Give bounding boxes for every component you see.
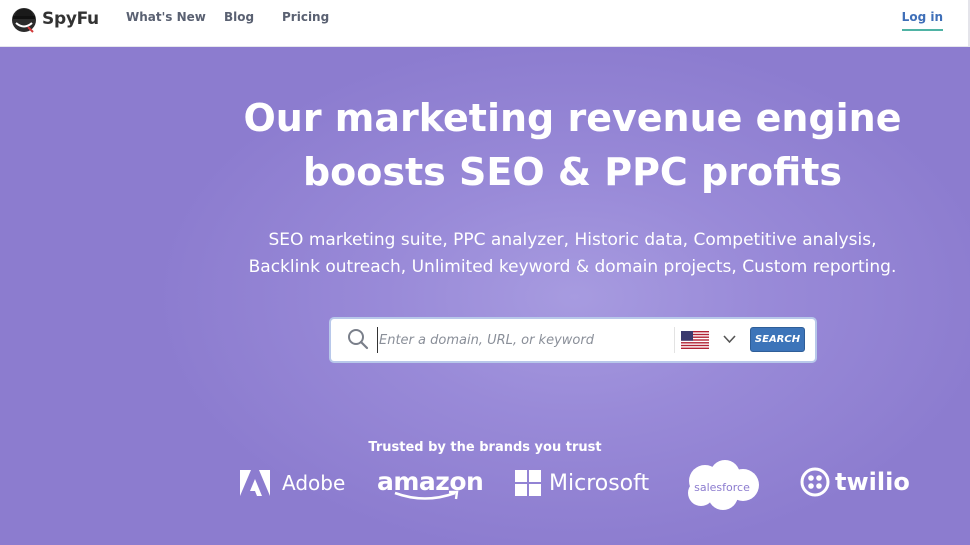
top-navbar: SpyFu What's New Blog Pricing Log in <box>0 0 970 47</box>
hero-section: Our marketing revenue engine boosts SEO … <box>0 47 970 545</box>
brand-adobe: Adobe <box>240 470 345 496</box>
twilio-logo-icon <box>800 467 830 497</box>
nav-blog[interactable]: Blog <box>224 10 254 24</box>
search-divider <box>674 327 675 353</box>
country-selector[interactable] <box>681 329 739 351</box>
chevron-down-icon <box>723 335 736 344</box>
brand-name: Microsoft <box>549 470 650 496</box>
us-flag-icon <box>681 331 709 349</box>
search-icon <box>348 329 369 350</box>
brand-twilio: twilio <box>800 467 910 497</box>
nav-pricing[interactable]: Pricing <box>282 10 329 24</box>
microsoft-logo-icon <box>515 470 541 496</box>
brand-microsoft: Microsoft <box>515 470 649 496</box>
search-bar: SEARCH <box>331 319 815 361</box>
spyfu-logo-icon <box>12 8 36 33</box>
hero-subline: SEO marketing suite, PPC analyzer, Histo… <box>160 227 970 281</box>
nav-whats-new[interactable]: What's New <box>126 10 206 24</box>
spyfu-logo[interactable]: SpyFu <box>10 4 99 34</box>
hero-headline: Our marketing revenue engine boosts SEO … <box>160 91 970 199</box>
brand-amazon: amazon <box>377 467 484 502</box>
trusted-label: Trusted by the brands you trust <box>368 440 602 455</box>
salesforce-cloud-icon: salesforce <box>688 460 759 510</box>
search-input[interactable] <box>377 327 667 353</box>
adobe-logo-icon <box>240 470 270 496</box>
subline-line-2: Backlink outreach, Unlimited keyword & d… <box>248 257 897 277</box>
search-button[interactable]: SEARCH <box>750 327 805 352</box>
brand-name: salesforce <box>694 481 750 494</box>
brand-name: Adobe <box>282 471 346 495</box>
headline-line-2: boosts SEO & PPC profits <box>302 150 843 194</box>
brand-name: twilio <box>835 468 910 496</box>
login-link[interactable]: Log in <box>901 10 943 31</box>
headline-line-1: Our marketing revenue engine <box>243 96 902 140</box>
amazon-smile-icon <box>394 490 459 500</box>
subline-line-1: SEO marketing suite, PPC analyzer, Histo… <box>268 230 877 250</box>
brand-salesforce: salesforce <box>683 459 761 511</box>
logo-text: SpyFu <box>42 9 99 29</box>
